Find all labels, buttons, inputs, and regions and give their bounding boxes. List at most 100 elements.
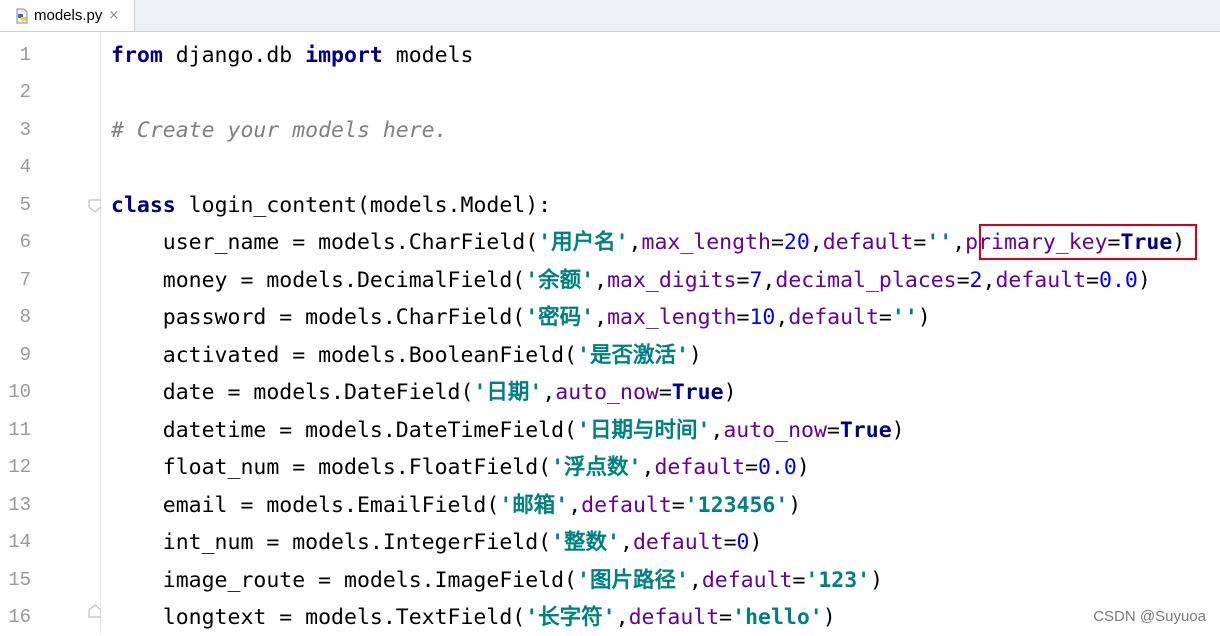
keyword: True — [839, 418, 892, 443]
line-number: 2 — [19, 81, 31, 103]
code-line-7: money = models.DecimalField('余额',max_dig… — [111, 262, 1151, 299]
code-text: = — [736, 305, 750, 330]
code-text: = — [1086, 268, 1100, 293]
number-literal: 10 — [749, 305, 776, 330]
keyword: import — [305, 43, 383, 68]
code-text: = — [658, 380, 672, 405]
string-literal: '整数' — [551, 530, 620, 555]
keyword-argument: default — [628, 605, 720, 630]
code-line-10: date = models.DateField('日期',auto_now=Tr… — [111, 374, 737, 411]
string-literal: '图片路径' — [577, 568, 689, 593]
line-number: 5 — [19, 194, 31, 216]
code-text: user_name = models.CharField( — [111, 230, 539, 255]
code-text: = — [723, 530, 737, 555]
code-text: , — [809, 230, 823, 255]
string-literal: 'hello' — [732, 605, 823, 630]
code-text: ) — [749, 530, 763, 555]
keyword-argument: default — [822, 230, 914, 255]
code-text: , — [688, 568, 702, 593]
code-text: = — [770, 230, 784, 255]
line-number: 15 — [8, 569, 31, 591]
code-text: ) — [788, 493, 802, 518]
code-text: = — [745, 455, 759, 480]
code-text: password = models.CharField( — [111, 305, 526, 330]
keyword-argument: default — [995, 268, 1087, 293]
keyword-argument: max_digits — [607, 268, 737, 293]
code-text: = — [878, 305, 892, 330]
code-text: , — [952, 230, 966, 255]
string-literal: '是否激活' — [577, 343, 689, 368]
code-text: activated = models.BooleanField( — [111, 343, 577, 368]
code-line-8: password = models.CharField('密码',max_len… — [111, 299, 931, 336]
code-text: longtext = models.TextField( — [111, 605, 526, 630]
keyword-argument: default — [654, 455, 746, 480]
number-literal: 0.0 — [758, 455, 797, 480]
line-number: 16 — [8, 606, 31, 628]
string-literal: '邮箱' — [499, 493, 569, 518]
code-text: = — [719, 605, 733, 630]
keyword-argument: max_length — [607, 305, 737, 330]
line-number: 12 — [8, 456, 31, 478]
code-text: image_route = models.ImageField( — [111, 568, 577, 593]
code-text: login_content(models.Model): — [175, 193, 552, 218]
watermark: CSDN @Suyuoa — [1093, 608, 1206, 625]
keyword: True — [671, 380, 724, 405]
string-literal: '日期' — [473, 380, 543, 405]
code-text: ) — [891, 418, 905, 443]
code-editor[interactable]: from django.db import models # Create yo… — [101, 32, 1220, 634]
code-text: email = models.EmailField( — [111, 493, 500, 518]
code-text: , — [568, 493, 582, 518]
string-literal: '浮点数' — [551, 455, 642, 480]
line-number-gutter: 1 2 3 4 5 6 7 8 9 10 11 12 13 14 15 16 — [0, 32, 102, 634]
tab-label: models.py — [34, 7, 103, 24]
code-text: date = models.DateField( — [111, 380, 474, 405]
code-text: , — [615, 605, 629, 630]
code-text: , — [594, 305, 608, 330]
keyword-argument: decimal_places — [775, 268, 957, 293]
code-line-9: activated = models.BooleanField('是否激活') — [111, 337, 702, 374]
code-line-11: datetime = models.DateTimeField('日期与时间',… — [111, 412, 905, 449]
string-literal: '余额' — [525, 268, 595, 293]
code-text: = — [671, 493, 685, 518]
keyword-argument: max_length — [641, 230, 771, 255]
number-literal: 2 — [969, 268, 983, 293]
code-text: ) — [822, 605, 836, 630]
code-text: ) — [688, 343, 702, 368]
editor-tab-bar: models.py × — [0, 0, 1220, 32]
code-text: , — [982, 268, 996, 293]
code-line-12: float_num = models.FloatField('浮点数',defa… — [111, 449, 810, 486]
string-literal: '123456' — [684, 493, 789, 518]
fold-close-icon[interactable] — [88, 603, 102, 618]
keyword-argument: default — [632, 530, 724, 555]
line-number: 9 — [19, 344, 31, 366]
line-number: 4 — [19, 156, 31, 178]
code-line-16: longtext = models.TextField('长字符',defaul… — [111, 599, 836, 636]
close-icon[interactable]: × — [108, 8, 119, 23]
code-text: , — [594, 268, 608, 293]
number-literal: 0 — [736, 530, 750, 555]
code-text: , — [762, 268, 776, 293]
code-text: , — [628, 230, 642, 255]
tab-models-py[interactable]: models.py × — [0, 0, 135, 31]
code-text: ) — [917, 305, 931, 330]
code-text: , — [710, 418, 724, 443]
line-number: 14 — [8, 531, 31, 553]
code-text: ) — [1137, 268, 1151, 293]
code-text: datetime = models.DateTimeField( — [111, 418, 577, 443]
keyword-argument: default — [581, 493, 672, 518]
string-literal: '123' — [805, 568, 871, 593]
code-text: = — [736, 268, 750, 293]
line-number: 8 — [19, 306, 31, 328]
code-text: int_num = models.IntegerField( — [111, 530, 552, 555]
code-line-15: image_route = models.ImageField('图片路径',d… — [111, 562, 883, 599]
code-line-5: class login_content(models.Model): — [111, 187, 551, 224]
code-text: , — [775, 305, 789, 330]
code-text: , — [620, 530, 633, 555]
string-literal: '密码' — [525, 305, 595, 330]
code-text: money = models.DecimalField( — [111, 268, 526, 293]
fold-open-icon[interactable] — [88, 198, 102, 213]
code-text: = — [956, 268, 970, 293]
line-number: 6 — [19, 231, 31, 253]
code-text: django.db — [162, 43, 306, 68]
code-line-13: email = models.EmailField('邮箱',default='… — [111, 487, 801, 524]
